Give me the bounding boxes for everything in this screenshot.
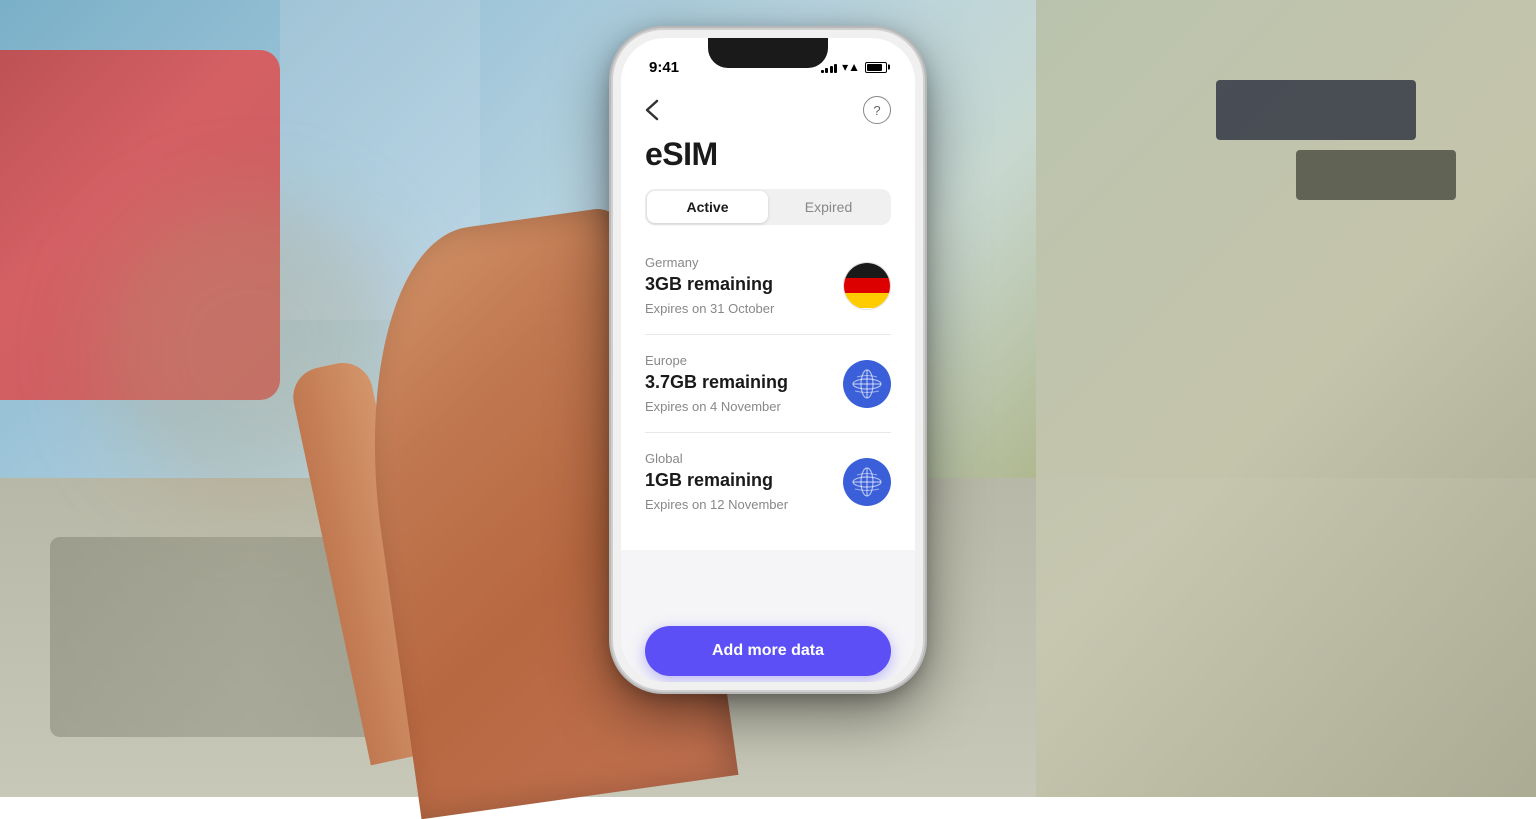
globe-svg-global <box>851 466 883 498</box>
tab-container: Active Expired <box>645 189 891 225</box>
plan-data-europe: 3.7GB remaining <box>645 372 843 393</box>
add-more-data-button[interactable]: Add more data <box>645 626 891 676</box>
global-globe-icon <box>843 458 891 506</box>
bottom-section <box>621 550 915 610</box>
plan-region-global: Global <box>645 451 843 466</box>
bg-sign-1 <box>1216 80 1416 140</box>
plan-expiry-europe: Expires on 4 November <box>645 399 843 414</box>
signal-icon <box>821 61 838 73</box>
back-button[interactable] <box>645 99 675 121</box>
plan-expiry-global: Expires on 12 November <box>645 497 843 512</box>
plan-data-germany: 3GB remaining <box>645 274 843 295</box>
help-button[interactable]: ? <box>863 96 891 124</box>
plan-data-global: 1GB remaining <box>645 470 843 491</box>
phone-screen: 9:41 ▾▲ <box>621 38 915 682</box>
europe-globe-icon <box>843 360 891 408</box>
battery-fill <box>867 64 882 71</box>
plan-item-germany[interactable]: Germany 3GB remaining Expires on 31 Octo… <box>645 237 891 335</box>
wifi-icon: ▾▲ <box>842 60 860 74</box>
spacer <box>621 530 915 550</box>
plans-list: Germany 3GB remaining Expires on 31 Octo… <box>621 237 915 530</box>
cta-section: Add more data <box>621 610 915 682</box>
phone-frame: 9:41 ▾▲ <box>613 30 923 690</box>
plan-region-europe: Europe <box>645 353 843 368</box>
phone-device: 9:41 ▾▲ <box>613 30 923 690</box>
tab-expired[interactable]: Expired <box>768 191 889 223</box>
status-time: 9:41 <box>649 59 679 76</box>
globe-svg-europe <box>851 368 883 400</box>
plan-region-germany: Germany <box>645 255 843 270</box>
app-header: ? <box>621 88 915 136</box>
plan-expiry-germany: Expires on 31 October <box>645 301 843 316</box>
bg-sign-2 <box>1296 150 1456 200</box>
plan-info-germany: Germany 3GB remaining Expires on 31 Octo… <box>645 255 843 316</box>
notch <box>708 38 828 68</box>
tab-bar: Active Expired <box>621 189 915 237</box>
tab-active[interactable]: Active <box>647 191 768 223</box>
battery-icon <box>865 62 887 73</box>
status-bar: 9:41 ▾▲ <box>621 38 915 88</box>
germany-flag-icon <box>843 262 891 310</box>
page-title: eSIM <box>645 136 891 173</box>
plan-item-europe[interactable]: Europe 3.7GB remaining Expires on 4 Nove… <box>645 335 891 433</box>
help-icon: ? <box>873 103 880 118</box>
app-main: ? eSIM Active Expired <box>621 88 915 550</box>
page-title-section: eSIM <box>621 136 915 189</box>
plan-info-global: Global 1GB remaining Expires on 12 Novem… <box>645 451 843 512</box>
plan-info-europe: Europe 3.7GB remaining Expires on 4 Nove… <box>645 353 843 414</box>
status-icons: ▾▲ <box>821 60 887 74</box>
plan-item-global[interactable]: Global 1GB remaining Expires on 12 Novem… <box>645 433 891 530</box>
